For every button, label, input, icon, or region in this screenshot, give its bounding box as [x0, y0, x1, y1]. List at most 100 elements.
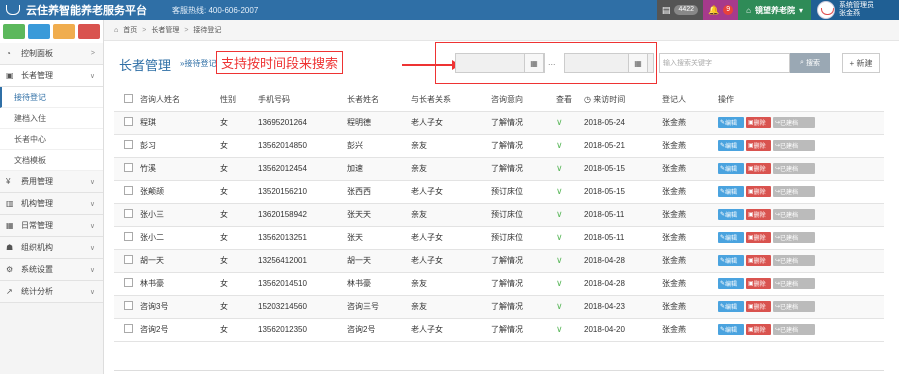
- archived-button[interactable]: ↪ 已建档: [773, 232, 815, 243]
- row-checkbox[interactable]: [124, 117, 133, 126]
- delete-button[interactable]: ▣ 删除: [746, 232, 771, 243]
- archived-button[interactable]: ↪ 已建档: [773, 140, 815, 151]
- sidebar-item-daily[interactable]: ▦ 日常管理 ∨: [0, 215, 103, 237]
- archived-button[interactable]: ↪ 已建档: [773, 324, 815, 335]
- row-checkbox[interactable]: [124, 163, 133, 172]
- row-checkbox[interactable]: [124, 232, 133, 241]
- row-checkbox[interactable]: [124, 255, 133, 264]
- expand-chevron-icon[interactable]: ∨: [556, 255, 563, 265]
- calendar-icon[interactable]: ▦: [524, 53, 544, 73]
- row-checkbox[interactable]: [124, 278, 133, 287]
- col-header-intent[interactable]: 咨询意向: [491, 88, 556, 112]
- edit-button[interactable]: ✎ 编辑: [718, 117, 744, 128]
- table-row[interactable]: 张小三 女 13620158942 张天天 亲友 预订床位 ∨ 2018-05-…: [114, 203, 884, 227]
- table-row[interactable]: 程琪 女 13695201264 程明德 老人子女 了解情况 ∨ 2018-05…: [114, 111, 884, 135]
- sidebar-subitem-reception[interactable]: 接待登记: [0, 87, 103, 108]
- expand-chevron-icon[interactable]: ∨: [556, 324, 563, 334]
- delete-button[interactable]: ▣ 删除: [746, 324, 771, 335]
- delete-button[interactable]: ▣ 删除: [746, 186, 771, 197]
- col-header-registrar[interactable]: 登记人: [662, 88, 718, 112]
- archived-button[interactable]: ↪ 已建档: [773, 163, 815, 174]
- col-header-name[interactable]: 咨询人姓名: [140, 88, 220, 112]
- shortcut-check-button[interactable]: [28, 24, 50, 39]
- sidebar-item-statistics[interactable]: ↗ 统计分析 ∨: [0, 281, 103, 303]
- expand-chevron-icon[interactable]: ∨: [556, 278, 563, 288]
- table-row[interactable]: 彭习 女 13562014850 彭兴 亲友 了解情况 ∨ 2018-05-21…: [114, 134, 884, 158]
- calendar-icon[interactable]: ▦: [628, 53, 648, 73]
- expand-chevron-icon[interactable]: ∨: [556, 117, 563, 127]
- cell-name: 竹溪: [140, 157, 220, 181]
- org-selector[interactable]: ⌂ 镜望养老院 ▾: [738, 0, 811, 20]
- archived-button[interactable]: ↪ 已建档: [773, 278, 815, 289]
- col-header-relation[interactable]: 与长者关系: [411, 88, 491, 112]
- archived-button[interactable]: ↪ 已建档: [773, 209, 815, 220]
- delete-button[interactable]: ▣ 删除: [746, 117, 771, 128]
- search-input[interactable]: 输入搜索关键字: [659, 53, 790, 73]
- table-row[interactable]: 竹溪 女 13562012454 加速 亲友 了解情况 ∨ 2018-05-15…: [114, 157, 884, 181]
- expand-chevron-icon[interactable]: ∨: [556, 209, 563, 219]
- archived-button[interactable]: ↪ 已建档: [773, 301, 815, 312]
- col-header-gender[interactable]: 性别: [220, 88, 258, 112]
- user-menu[interactable]: 系统管理员 张金燕: [811, 0, 899, 20]
- expand-chevron-icon[interactable]: ∨: [556, 163, 563, 173]
- edit-button[interactable]: ✎ 编辑: [718, 186, 744, 197]
- expand-chevron-icon[interactable]: ∨: [556, 140, 563, 150]
- sidebar-subitem-templates[interactable]: 文档模板: [0, 150, 103, 171]
- row-checkbox[interactable]: [124, 324, 133, 333]
- edit-button[interactable]: ✎ 编辑: [718, 140, 744, 151]
- delete-button[interactable]: ▣ 删除: [746, 163, 771, 174]
- breadcrumb-elders[interactable]: 长者管理: [151, 25, 179, 35]
- shortcut-chart-button[interactable]: [3, 24, 25, 39]
- sidebar-item-dashboard[interactable]: ◔ 控制面板 >: [0, 43, 103, 65]
- app-logo[interactable]: 云住养智能养老服务平台: [0, 2, 170, 18]
- sidebar-item-organization[interactable]: ☗ 组织机构 ∨: [0, 237, 103, 259]
- delete-button[interactable]: ▣ 删除: [746, 209, 771, 220]
- chevron-down-icon: ∨: [89, 200, 95, 208]
- alerts-button[interactable]: 🔔 9: [703, 0, 739, 20]
- sidebar-item-elders[interactable]: ▣ 长者管理 ∨: [0, 65, 103, 87]
- table-row[interactable]: 张小二 女 13562013251 张天 老人子女 预订床位 ∨ 2018-05…: [114, 226, 884, 250]
- col-header-phone[interactable]: 手机号码: [258, 88, 347, 112]
- table-row[interactable]: 咨询3号 女 15203214560 咨询三号 亲友 了解情况 ∨ 2018-0…: [114, 295, 884, 319]
- archived-button[interactable]: ↪ 已建档: [773, 117, 815, 128]
- delete-button[interactable]: ▣ 删除: [746, 301, 771, 312]
- sidebar-subitem-elder-center[interactable]: 长者中心: [0, 129, 103, 150]
- expand-chevron-icon[interactable]: ∨: [556, 301, 563, 311]
- archived-button[interactable]: ↪ 已建档: [773, 255, 815, 266]
- expand-chevron-icon[interactable]: ∨: [556, 232, 563, 242]
- row-checkbox[interactable]: [124, 186, 133, 195]
- archived-button[interactable]: ↪ 已建档: [773, 186, 815, 197]
- new-button[interactable]: + 新建: [842, 53, 880, 73]
- table-row[interactable]: 胡一天 女 13256412001 胡一天 老人子女 了解情况 ∨ 2018-0…: [114, 249, 884, 273]
- edit-button[interactable]: ✎ 编辑: [718, 232, 744, 243]
- sidebar-subitem-checkin[interactable]: 建档入住: [0, 108, 103, 129]
- table-row[interactable]: 张颠颉 女 13520156210 张西西 老人子女 预订床位 ∨ 2018-0…: [114, 180, 884, 204]
- table-row[interactable]: 林书豪 女 13562014510 林书豪 亲友 了解情况 ∨ 2018-04-…: [114, 272, 884, 296]
- sidebar-item-fees[interactable]: ¥ 费用管理 ∨: [0, 171, 103, 193]
- select-all-checkbox[interactable]: [124, 93, 133, 103]
- row-checkbox[interactable]: [124, 301, 133, 310]
- shortcut-edit-button[interactable]: [53, 24, 75, 39]
- shortcut-grid-button[interactable]: [78, 24, 100, 39]
- sidebar-item-settings[interactable]: ⚙ 系统设置 ∨: [0, 259, 103, 281]
- col-header-view[interactable]: 查看: [556, 88, 584, 112]
- col-header-elder[interactable]: 长者姓名: [347, 88, 411, 112]
- row-checkbox[interactable]: [124, 209, 133, 218]
- edit-button[interactable]: ✎ 编辑: [718, 324, 744, 335]
- row-checkbox[interactable]: [124, 140, 133, 149]
- table-row[interactable]: 咨询2号 女 13562012350 咨询2号 老人子女 了解情况 ∨ 2018…: [114, 318, 884, 342]
- search-button[interactable]: ⌕ 搜索: [790, 53, 830, 73]
- col-header-date[interactable]: ◷ 来访时间: [584, 88, 662, 112]
- edit-button[interactable]: ✎ 编辑: [718, 163, 744, 174]
- delete-button[interactable]: ▣ 删除: [746, 255, 771, 266]
- edit-button[interactable]: ✎ 编辑: [718, 255, 744, 266]
- messages-button[interactable]: ▤ 4422: [656, 0, 704, 20]
- edit-button[interactable]: ✎ 编辑: [718, 209, 744, 220]
- delete-button[interactable]: ▣ 删除: [746, 278, 771, 289]
- breadcrumb-home[interactable]: 首页: [123, 25, 137, 35]
- edit-button[interactable]: ✎ 编辑: [718, 301, 744, 312]
- expand-chevron-icon[interactable]: ∨: [556, 186, 563, 196]
- sidebar-item-institution[interactable]: ▥ 机构管理 ∨: [0, 193, 103, 215]
- edit-button[interactable]: ✎ 编辑: [718, 278, 744, 289]
- delete-button[interactable]: ▣ 删除: [746, 140, 771, 151]
